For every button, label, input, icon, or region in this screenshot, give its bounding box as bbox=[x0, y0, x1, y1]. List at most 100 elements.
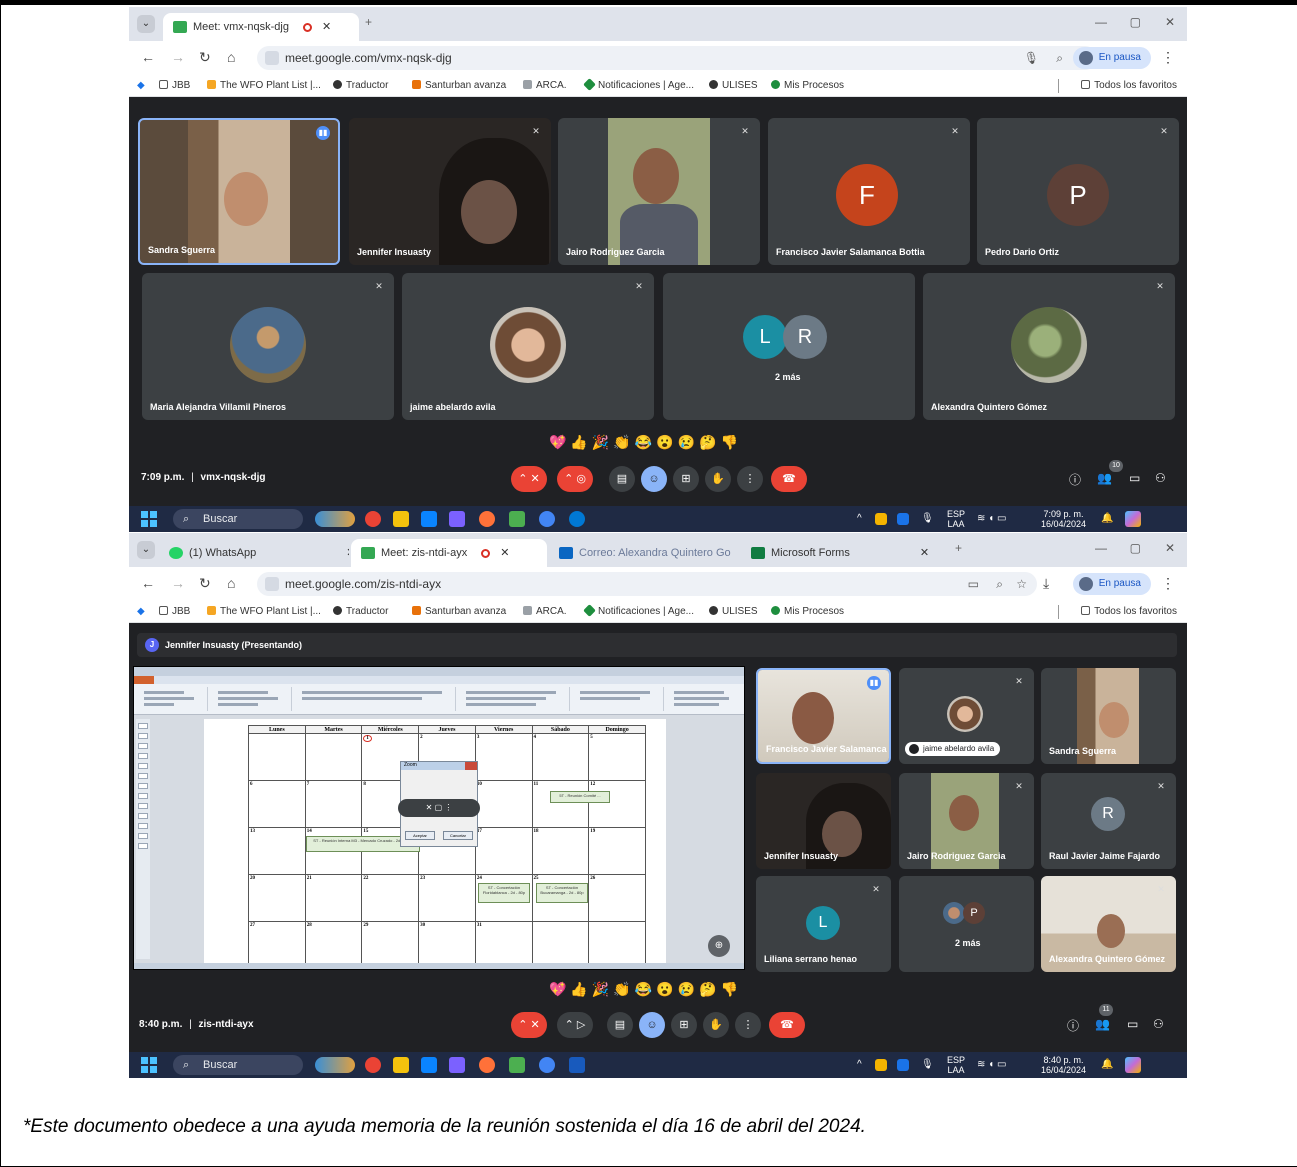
present-button[interactable]: ⊞ bbox=[671, 1012, 697, 1038]
bookmark-item[interactable]: Notificaciones | Age... bbox=[583, 78, 694, 91]
chat-icon[interactable]: ▭ bbox=[1129, 471, 1140, 485]
end-call-button[interactable]: ☎ bbox=[769, 1012, 805, 1038]
participant-tile-more[interactable]: L R 2 más bbox=[663, 273, 915, 420]
chat-icon[interactable]: ▭ bbox=[1127, 1017, 1138, 1031]
file-explorer-icon[interactable] bbox=[393, 1057, 409, 1073]
tab-whatsapp[interactable]: (1) WhatsApp ✕ bbox=[159, 539, 349, 567]
taskbar-search[interactable]: ⌕ Buscar bbox=[173, 509, 303, 529]
home-icon[interactable]: ⌂ bbox=[227, 49, 235, 65]
bookmark-item[interactable]: Traductor bbox=[333, 80, 388, 91]
bookmark-item[interactable]: JBB bbox=[159, 606, 190, 617]
dialog-ok-button[interactable]: Aceptar bbox=[405, 831, 435, 840]
participant-tile[interactable]: Jennifer Insuasty bbox=[756, 773, 891, 869]
bookmark-item[interactable]: Notificaciones | Age... bbox=[583, 604, 694, 617]
camera-icon[interactable]: ▭ bbox=[968, 572, 979, 596]
app-icon[interactable] bbox=[449, 511, 465, 527]
tab-meet[interactable]: Meet: zis-ntdi-ayx ✕ bbox=[351, 539, 547, 567]
edge-icon[interactable] bbox=[569, 511, 585, 527]
participant-tile[interactable]: ✕ jaime abelardo avila bbox=[402, 273, 654, 420]
copilot-icon[interactable] bbox=[1125, 511, 1141, 527]
mic-icon[interactable]: 🎙 bbox=[1024, 46, 1039, 70]
tray-chevron-icon[interactable]: ^ bbox=[857, 1059, 862, 1070]
mic-icon[interactable]: 🎙 bbox=[921, 513, 934, 524]
dialog-cancel-button[interactable]: Cancelar bbox=[443, 831, 473, 840]
emoji-button[interactable]: ☺ bbox=[639, 1012, 665, 1038]
close-icon[interactable]: ✕ bbox=[322, 21, 331, 33]
star-icon[interactable]: ☆ bbox=[1016, 572, 1027, 596]
firefox-icon[interactable] bbox=[479, 1057, 495, 1073]
more-options-button[interactable]: ⋮ bbox=[737, 466, 763, 492]
zoom-icon[interactable]: ⌕ bbox=[1056, 46, 1063, 70]
tab-search-button[interactable]: ⌄ bbox=[137, 541, 155, 559]
site-info-icon[interactable] bbox=[265, 51, 279, 65]
chrome-icon[interactable] bbox=[539, 1057, 555, 1073]
camera-toggle-button[interactable]: ⌃ ▷ bbox=[557, 1012, 593, 1038]
participant-tile-more[interactable]: P 2 más bbox=[899, 876, 1034, 972]
people-icon[interactable]: 👥 bbox=[1097, 471, 1112, 485]
close-icon[interactable]: ✕ bbox=[920, 547, 929, 559]
participant-tile[interactable]: Sandra Sguerra bbox=[1041, 668, 1176, 764]
bookmark-item[interactable]: Mis Procesos bbox=[771, 80, 844, 91]
word-icon[interactable] bbox=[569, 1057, 585, 1073]
mail-icon[interactable] bbox=[421, 1057, 437, 1073]
tray-app-icon[interactable] bbox=[875, 1059, 887, 1071]
maximize-button[interactable]: ▢ bbox=[1130, 15, 1141, 29]
bookmark-item[interactable]: Mis Procesos bbox=[771, 606, 844, 617]
activities-icon[interactable]: ⚇ bbox=[1153, 1017, 1164, 1031]
tab-meet[interactable]: Meet: vmx-nqsk-djg ✕ bbox=[163, 13, 359, 41]
forward-icon[interactable]: → bbox=[171, 575, 185, 591]
participant-tile[interactable]: ✕ Jairo Rodriguez Garcia bbox=[899, 773, 1034, 869]
windows-start-icon[interactable] bbox=[141, 1057, 157, 1073]
download-icon[interactable]: ⤓ bbox=[1043, 575, 1049, 592]
tray-app-icon[interactable] bbox=[875, 513, 887, 525]
app-icon[interactable] bbox=[509, 511, 525, 527]
bookmark-item[interactable]: Traductor bbox=[333, 606, 388, 617]
end-call-button[interactable]: ☎ bbox=[771, 466, 807, 492]
captions-button[interactable]: ▤ bbox=[607, 1012, 633, 1038]
home-icon[interactable]: ⌂ bbox=[227, 575, 235, 591]
new-tab-button[interactable]: + bbox=[955, 541, 962, 555]
profile-button[interactable]: En pausa bbox=[1072, 573, 1151, 595]
bookmark-item[interactable]: ULISES bbox=[709, 80, 758, 91]
present-button[interactable]: ⊞ bbox=[673, 466, 699, 492]
file-explorer-icon[interactable] bbox=[393, 511, 409, 527]
bookmark-item[interactable]: Santurban avanza bbox=[412, 606, 506, 617]
tray-app-icon[interactable] bbox=[897, 513, 909, 525]
close-window-button[interactable]: ✕ bbox=[1165, 541, 1175, 555]
new-tab-button[interactable]: + bbox=[365, 15, 372, 29]
participant-tile[interactable]: P ✕ Pedro Dario Ortiz bbox=[977, 118, 1179, 265]
camera-toggle-button[interactable]: ⌃ ◎ bbox=[557, 466, 593, 492]
widget-icon[interactable] bbox=[315, 1057, 355, 1073]
mic-toggle-button[interactable]: ⌃ ✕ bbox=[511, 466, 547, 492]
taskbar-search[interactable]: ⌕ Buscar bbox=[173, 1055, 303, 1075]
tab-forms[interactable]: Microsoft Forms ✕ bbox=[741, 539, 951, 567]
participant-tile[interactable]: ✕ Jennifer Insuasty bbox=[349, 118, 551, 265]
app-icon[interactable] bbox=[449, 1057, 465, 1073]
raise-hand-button[interactable]: ✋ bbox=[705, 466, 731, 492]
tray-app-icon[interactable] bbox=[897, 1059, 909, 1071]
zoom-icon[interactable]: ⌕ bbox=[996, 572, 1003, 596]
widget-icon[interactable] bbox=[315, 511, 355, 527]
info-icon[interactable]: ⓘ bbox=[1067, 1017, 1079, 1034]
menu-icon[interactable]: ⋮ bbox=[1161, 575, 1175, 592]
participant-tile[interactable]: F ✕ Francisco Javier Salamanca Bottia bbox=[768, 118, 970, 265]
language-indicator[interactable]: ESP LAA bbox=[947, 509, 965, 529]
activities-icon[interactable]: ⚇ bbox=[1155, 471, 1166, 485]
minimize-button[interactable]: — bbox=[1095, 15, 1107, 29]
url-field[interactable]: meet.google.com/vmx-nqsk-djg 🎙 ⌕ ☆ bbox=[257, 46, 1097, 70]
mic-icon[interactable]: 🎙 bbox=[921, 1059, 934, 1070]
mail-icon[interactable] bbox=[421, 511, 437, 527]
bookmark-item[interactable]: ARCA. bbox=[523, 606, 567, 617]
emoji-button[interactable]: ☺ bbox=[641, 466, 667, 492]
language-indicator[interactable]: ESP LAA bbox=[947, 1055, 965, 1075]
forward-icon[interactable]: → bbox=[171, 49, 185, 65]
firefox-icon[interactable] bbox=[479, 511, 495, 527]
shared-screen[interactable]: Lunes Martes Miércoles Jueves Viernes Sá… bbox=[133, 666, 745, 970]
bookmark-item[interactable]: Santurban avanza bbox=[412, 80, 506, 91]
participant-tile[interactable]: ✕ Alexandra Quintero Gómez bbox=[1041, 876, 1176, 972]
wifi-icon[interactable]: ≋ ◖ ▭ bbox=[977, 513, 1006, 524]
bookmark-item[interactable]: The WFO Plant List |... bbox=[207, 80, 321, 91]
floating-presenter-controls[interactable]: ✕ ▢ ⋮ bbox=[398, 799, 480, 817]
participant-tile[interactable]: ✕ jaime abelardo avila bbox=[899, 668, 1034, 764]
apps-icon[interactable]: ◆ bbox=[137, 80, 145, 91]
